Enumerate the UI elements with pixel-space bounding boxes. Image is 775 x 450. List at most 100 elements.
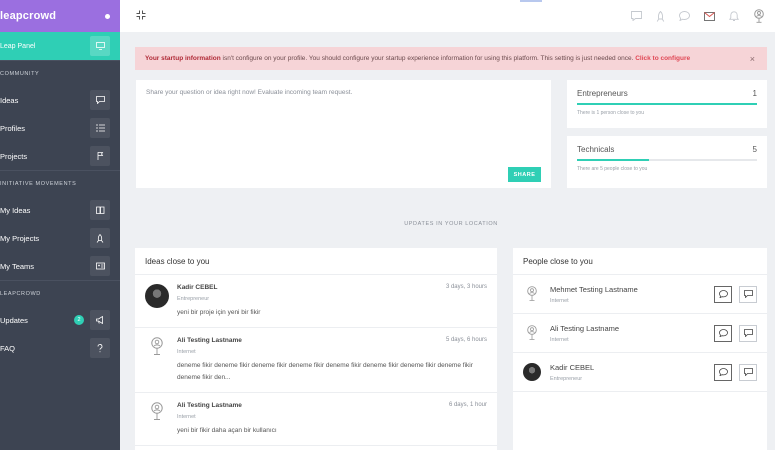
- chat-icon: [90, 90, 110, 110]
- message-icon[interactable]: [631, 11, 642, 21]
- brand-logo[interactable]: leapcrowd: [0, 10, 56, 22]
- chat-bubble-icon[interactable]: [679, 11, 690, 21]
- ideas-card-title: Ideas close to you: [135, 248, 497, 275]
- idea-body: Ali Testing Lastname Internet yeni bir f…: [177, 402, 487, 437]
- sidebar-item-projects[interactable]: Projects: [0, 142, 120, 170]
- idea-text: yeni bir proje için yeni bir fikir: [177, 309, 261, 316]
- startup-info-alert: Your startup information isn't configure…: [135, 47, 767, 70]
- avatar[interactable]: [145, 337, 169, 361]
- idea-item[interactable]: Ali Testing Lastname Internet yeni bir f…: [135, 393, 497, 446]
- person-info: Mehmet Testing Lastname Internet: [550, 285, 707, 304]
- alert-message: Your startup information isn't configure…: [145, 55, 690, 62]
- idea-author-role: Entrepreneur: [177, 296, 210, 302]
- message-button[interactable]: [739, 363, 757, 381]
- person-role: Internet: [550, 336, 569, 343]
- status-dot-icon[interactable]: [105, 13, 110, 19]
- user-avatar-icon[interactable]: [753, 9, 765, 23]
- sidebar-item-faq[interactable]: FAQ: [0, 334, 120, 362]
- idea-author-role: Internet: [177, 349, 196, 355]
- avatar[interactable]: [145, 284, 169, 308]
- sidebar-item-label: My Projects: [0, 233, 40, 243]
- chat-icon: [718, 368, 728, 376]
- topbar: [120, 0, 775, 32]
- sidebar-item-label: Profiles: [0, 123, 26, 133]
- user-placeholder-icon: [151, 402, 163, 420]
- message-button[interactable]: [739, 285, 757, 303]
- share-box: Share your question or idea right now! E…: [136, 80, 551, 188]
- people-card-title: People close to you: [513, 248, 767, 275]
- avatar[interactable]: [145, 402, 169, 426]
- ideas-card: Ideas close to you Kadir CEBEL Entrepren…: [135, 248, 497, 450]
- sidebar-item-updates[interactable]: Updates 2: [0, 306, 120, 334]
- sidebar-item-my-projects[interactable]: My Projects: [0, 224, 120, 252]
- sidebar-item-right: 2: [74, 310, 110, 330]
- flag-icon: [90, 146, 110, 166]
- sidebar-item-label: Updates: [0, 315, 28, 325]
- stat-progress-fill: [577, 159, 649, 161]
- stat-progress-fill: [577, 103, 757, 105]
- question-icon: [90, 338, 110, 358]
- idea-item[interactable]: Ali Testing Lastname Internet deneme fik…: [135, 328, 497, 393]
- close-icon[interactable]: ×: [750, 54, 755, 64]
- sidebar-item-my-teams[interactable]: My Teams: [0, 252, 120, 280]
- idea-author[interactable]: Ali Testing Lastname: [177, 337, 487, 344]
- idea-author[interactable]: Ali Testing Lastname: [177, 402, 487, 409]
- message-button[interactable]: [739, 324, 757, 342]
- avatar[interactable]: [523, 285, 541, 303]
- stat-subtext: There is 1 person close to you: [577, 110, 644, 116]
- message-icon: [743, 368, 753, 376]
- stat-label: Entrepreneurs: [577, 89, 628, 98]
- monitor-icon: [90, 36, 110, 56]
- chat-button[interactable]: [714, 324, 732, 342]
- megaphone-icon: [90, 310, 110, 330]
- idea-author[interactable]: Kadir CEBEL: [177, 284, 487, 291]
- updates-section-label: UPDATES IN YOUR LOCATION: [404, 221, 498, 227]
- person-name[interactable]: Ali Testing Lastname: [550, 324, 707, 333]
- person-item[interactable]: Mehmet Testing Lastname Internet: [513, 275, 767, 314]
- sidebar-section-title: LEAPCROWD: [0, 280, 120, 306]
- idea-item[interactable]: Kadir CEBEL Entrepreneur yeni bir proje …: [135, 275, 497, 328]
- sidebar-item-leap-panel[interactable]: Leap Panel: [0, 32, 120, 60]
- updates-count-badge: 2: [74, 315, 84, 325]
- person-name[interactable]: Mehmet Testing Lastname: [550, 285, 707, 294]
- entrepreneurs-card[interactable]: Entrepreneurs 1 There is 1 person close …: [567, 80, 767, 128]
- fullscreen-icon[interactable]: [136, 10, 146, 22]
- user-placeholder-icon: [527, 286, 537, 301]
- technicals-card[interactable]: Technicals 5 There are 5 people close to…: [567, 136, 767, 188]
- share-button[interactable]: SHARE: [508, 167, 541, 182]
- mail-icon[interactable]: [704, 11, 715, 21]
- stat-progress-bar: [577, 103, 757, 105]
- idea-body: Ali Testing Lastname Internet deneme fik…: [177, 337, 487, 384]
- topbar-icons: [631, 9, 765, 23]
- stat-subtext: There are 5 people close to you: [577, 166, 648, 172]
- person-name[interactable]: Kadir CEBEL: [550, 363, 707, 372]
- sidebar-item-my-ideas[interactable]: My Ideas: [0, 196, 120, 224]
- sidebar-item-ideas[interactable]: Ideas: [0, 86, 120, 114]
- configure-link[interactable]: Click to configure: [635, 55, 690, 62]
- share-input[interactable]: Share your question or idea right now! E…: [136, 80, 551, 105]
- sidebar-item-label: Leap Panel: [0, 42, 36, 50]
- user-placeholder-icon: [151, 337, 163, 355]
- message-icon: [743, 290, 753, 298]
- avatar[interactable]: [523, 324, 541, 342]
- sidebar-item-label: Projects: [0, 151, 28, 161]
- idea-time: 6 days, 1 hour: [448, 402, 487, 408]
- sidebar-item-profiles[interactable]: Profiles: [0, 114, 120, 142]
- chat-button[interactable]: [714, 285, 732, 303]
- rocket-icon[interactable]: [656, 10, 665, 22]
- person-info: Kadir CEBEL Entrepreneur: [550, 363, 707, 382]
- brand-header: leapcrowd: [0, 0, 120, 32]
- message-icon: [743, 329, 753, 337]
- sidebar: leapcrowd Leap Panel COMMUNITY Ideas Pro…: [0, 0, 120, 450]
- sidebar-section-title: INITIATIVE MOVEMENTS: [0, 170, 120, 196]
- idea-author-role: Internet: [177, 414, 196, 420]
- stat-progress-bar: [577, 159, 757, 161]
- person-item[interactable]: Kadir CEBEL Entrepreneur: [513, 353, 767, 392]
- sidebar-section-title: COMMUNITY: [0, 60, 120, 86]
- bell-icon[interactable]: [729, 10, 739, 22]
- chat-button[interactable]: [714, 363, 732, 381]
- stat-row: Technicals 5: [577, 136, 757, 154]
- person-item[interactable]: Ali Testing Lastname Internet: [513, 314, 767, 353]
- avatar[interactable]: [523, 363, 541, 381]
- sidebar-item-label: Ideas: [0, 95, 19, 105]
